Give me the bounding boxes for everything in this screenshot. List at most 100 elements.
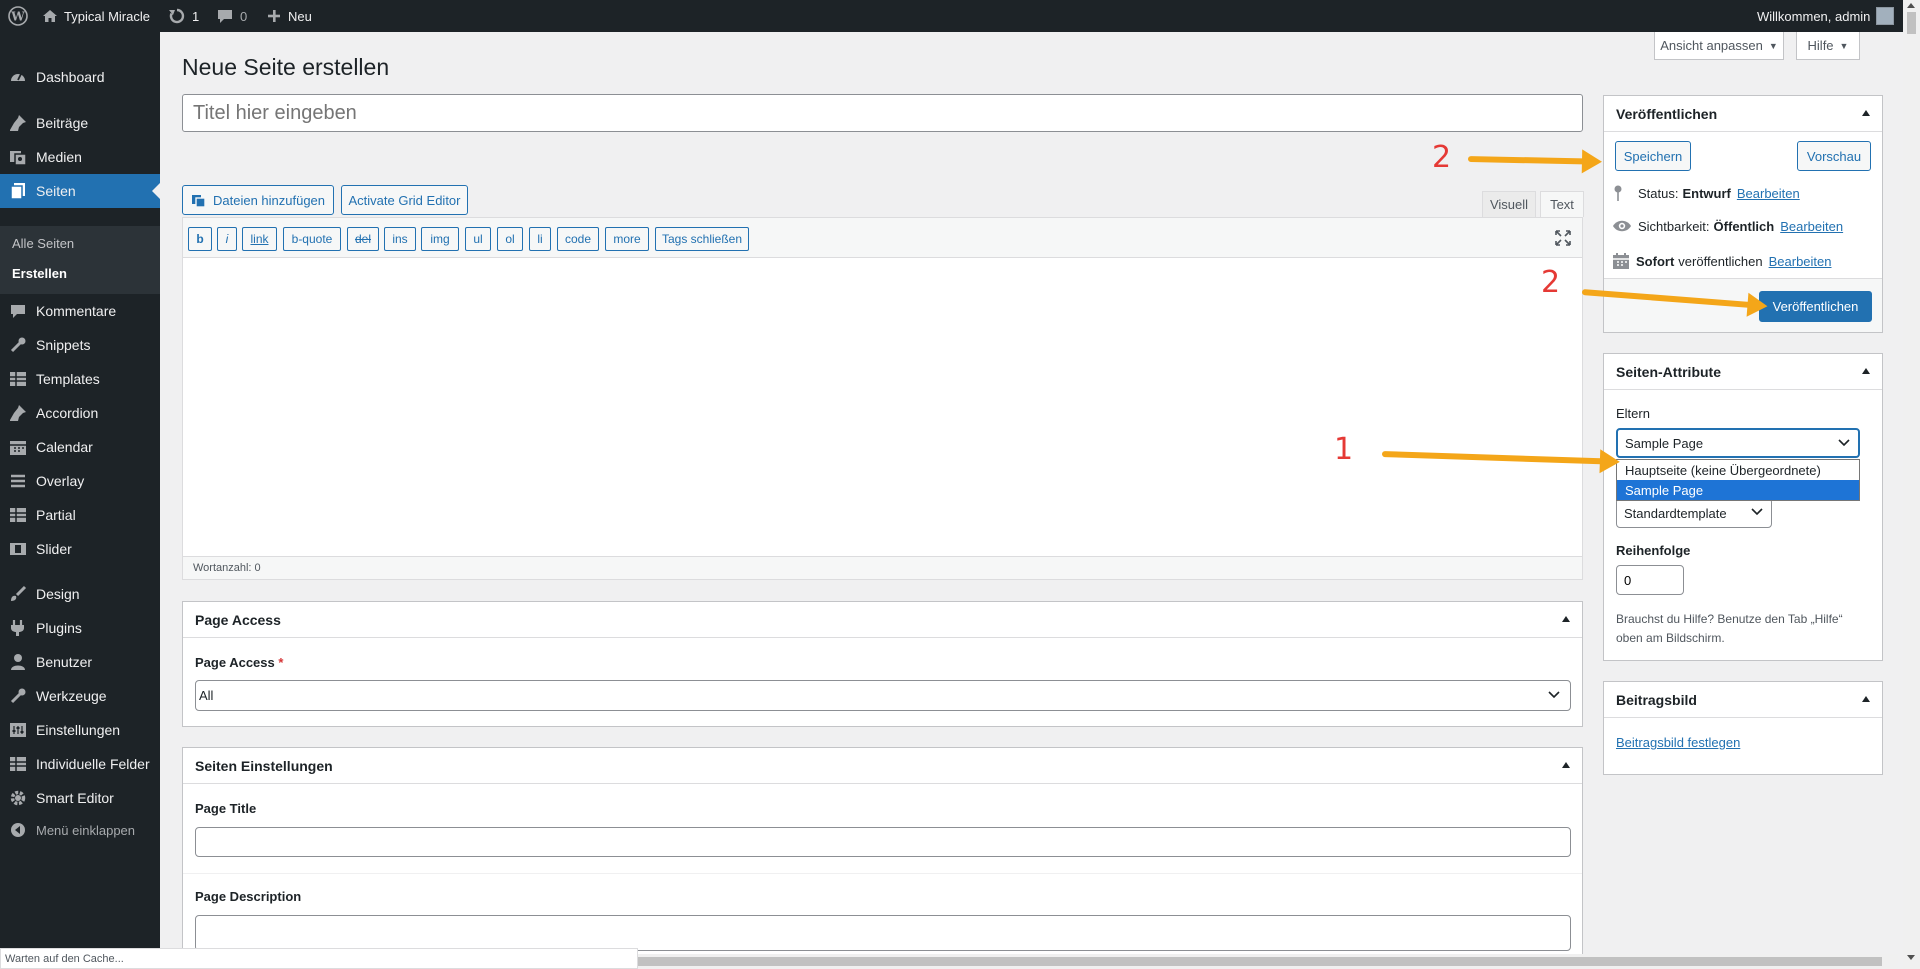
vertical-scroll-thumb[interactable] (1907, 12, 1916, 34)
tab-visual[interactable]: Visuell (1482, 191, 1536, 217)
page-title-input[interactable] (195, 827, 1571, 857)
qt-link-button[interactable]: link (242, 227, 277, 251)
divider (183, 873, 1582, 874)
new-label: Neu (288, 8, 312, 24)
page-attributes-title: Seiten-Attribute (1616, 363, 1721, 380)
eye-icon (1612, 218, 1632, 234)
parent-option-sample[interactable]: Sample Page (1617, 480, 1859, 500)
sidebar-item-design[interactable]: Design (0, 577, 160, 611)
content-textarea[interactable] (183, 258, 1582, 556)
sidebar-item-label: Seiten (36, 183, 76, 199)
sidebar-item-partial[interactable]: Partial (0, 498, 160, 532)
publish-header[interactable]: Veröffentlichen (1604, 96, 1882, 132)
sidebar-item-slider[interactable]: Slider (0, 532, 160, 566)
set-featured-image-link[interactable]: Beitragsbild festlegen (1616, 735, 1740, 750)
qt-ol-button[interactable]: ol (497, 227, 523, 251)
wordpress-logo-icon[interactable]: W (8, 0, 28, 32)
page-description-label: Page Description (195, 889, 302, 904)
fullscreen-icon[interactable] (1554, 229, 1572, 247)
sidebar-item-overlay[interactable]: Overlay (0, 464, 160, 498)
pin-icon (1612, 184, 1630, 202)
page-title-label: Page Title (195, 801, 257, 816)
qt-more-button[interactable]: more (605, 227, 649, 251)
page-access-value: All (199, 688, 214, 703)
sidebar-item-plugins[interactable]: Plugins (0, 611, 160, 645)
sidebar-item-settings[interactable]: Einstellungen (0, 713, 160, 747)
qt-italic-button[interactable]: i (217, 227, 237, 251)
scroll-down-icon[interactable] (1907, 955, 1915, 960)
preview-button[interactable]: Vorschau (1797, 141, 1871, 171)
qt-ins-button[interactable]: ins (384, 227, 416, 251)
pin-icon (9, 114, 27, 132)
page-access-header[interactable]: Page Access (183, 602, 1582, 638)
collapse-toggle-icon[interactable] (1562, 762, 1570, 768)
parent-option-main[interactable]: Hauptseite (keine Übergeordnete) (1617, 460, 1859, 480)
comments-link[interactable]: 0 (216, 0, 247, 32)
vertical-scrollbar[interactable] (1903, 0, 1920, 969)
activate-grid-editor-button[interactable]: Activate Grid Editor (341, 185, 468, 215)
browser-status-bar: Warten auf den Cache... (0, 948, 638, 969)
qt-code-button[interactable]: code (557, 227, 599, 251)
screen-options-button[interactable]: Ansicht anpassen ▼ (1654, 32, 1784, 60)
collapse-toggle-icon[interactable] (1862, 696, 1870, 702)
updates-link[interactable]: 1 (168, 0, 199, 32)
sidebar-item-snippets[interactable]: Snippets (0, 328, 160, 362)
order-input[interactable] (1616, 565, 1684, 595)
page-access-select[interactable]: All (195, 680, 1571, 711)
sidebar-item-media[interactable]: Medien (0, 140, 160, 174)
sidebar-item-pages[interactable]: Seiten (0, 174, 160, 208)
sidebar-item-smart-editor[interactable]: Smart Editor (0, 781, 160, 815)
collapse-icon (9, 821, 27, 839)
edit-schedule-link[interactable]: Bearbeiten (1769, 254, 1832, 269)
tab-text[interactable]: Text (1540, 191, 1584, 217)
sidebar-item-label: Snippets (36, 337, 91, 353)
sidebar-item-calendar[interactable]: Calendar (0, 430, 160, 464)
featured-image-header[interactable]: Beitragsbild (1604, 682, 1882, 718)
sidebar-item-label: Medien (36, 149, 82, 165)
scroll-up-icon[interactable] (1907, 3, 1915, 8)
qt-img-button[interactable]: img (421, 227, 459, 251)
edit-status-link[interactable]: Bearbeiten (1737, 186, 1800, 201)
publish-button[interactable]: Veröffentlichen (1759, 291, 1872, 322)
sidebar-item-posts[interactable]: Beiträge (0, 106, 160, 140)
parent-select[interactable]: Sample Page (1616, 428, 1860, 458)
sidebar-item-label: Individuelle Felder (36, 756, 150, 772)
site-name-link[interactable]: Typical Miracle (42, 0, 150, 32)
qt-del-button[interactable]: del (347, 227, 379, 251)
collapse-menu-button[interactable]: Menü einklappen (0, 813, 160, 847)
help-button[interactable]: Hilfe ▼ (1796, 32, 1860, 60)
qt-bold-button[interactable]: b (188, 227, 212, 251)
status-label: Status: (1638, 185, 1679, 201)
edit-visibility-link[interactable]: Bearbeiten (1780, 219, 1843, 234)
sidebar-item-templates[interactable]: Templates (0, 362, 160, 396)
page-description-input[interactable] (195, 915, 1571, 951)
submenu-all-pages[interactable]: Alle Seiten (12, 236, 74, 251)
sidebar-item-tools[interactable]: Werkzeuge (0, 679, 160, 713)
sidebar-item-comments[interactable]: Kommentare (0, 294, 160, 328)
qt-ul-button[interactable]: ul (465, 227, 491, 251)
sidebar-item-label: Slider (36, 541, 72, 557)
collapse-toggle-icon[interactable] (1862, 110, 1870, 116)
qt-quote-button[interactable]: b-quote (283, 227, 341, 251)
collapse-toggle-icon[interactable] (1562, 616, 1570, 622)
submenu-create[interactable]: Erstellen (12, 266, 67, 281)
help-text-line-1: Brauchst du Hilfe? Benutze den Tab „Hilf… (1616, 612, 1843, 626)
sidebar-item-users[interactable]: Benutzer (0, 645, 160, 679)
qt-li-button[interactable]: li (529, 227, 551, 251)
add-media-button[interactable]: Dateien hinzufügen (182, 185, 334, 215)
collapse-toggle-icon[interactable] (1862, 368, 1870, 374)
new-content-link[interactable]: Neu (266, 0, 312, 32)
page-settings-header[interactable]: Seiten Einstellungen (183, 748, 1582, 784)
sidebar-item-accordion[interactable]: Accordion (0, 396, 160, 430)
account-menu[interactable]: Willkommen, admin (1757, 0, 1895, 32)
qt-close-tags-button[interactable]: Tags schließen (655, 227, 749, 251)
title-input[interactable] (182, 94, 1583, 132)
sidebar-item-custom-fields[interactable]: Individuelle Felder (0, 747, 160, 781)
page-attributes-header[interactable]: Seiten-Attribute (1604, 354, 1882, 390)
sidebar-item-dashboard[interactable]: Dashboard (0, 60, 160, 94)
add-media-icon (191, 192, 207, 208)
save-draft-button[interactable]: Speichern (1615, 141, 1691, 171)
horizontal-scroll-thumb[interactable] (638, 957, 1882, 966)
horizontal-scrollbar[interactable] (638, 954, 1898, 969)
template-select[interactable]: Standardtemplate (1616, 498, 1772, 528)
